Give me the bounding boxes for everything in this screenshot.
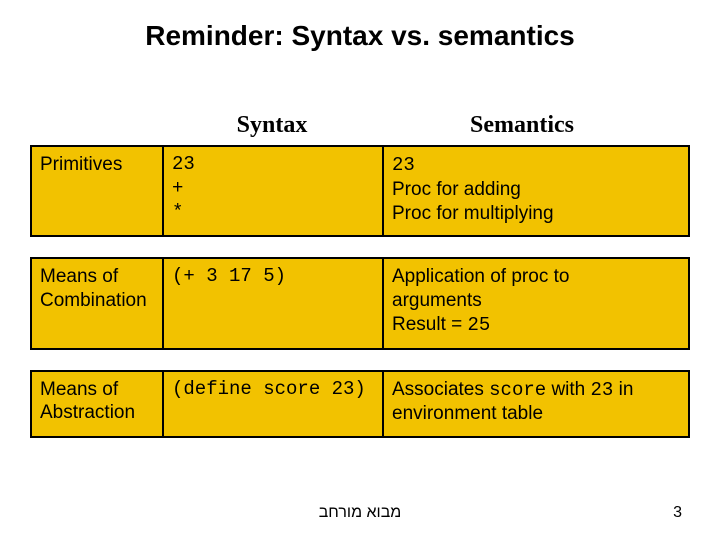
row-label: Means of Combination <box>32 259 164 347</box>
column-spacer <box>30 112 162 139</box>
row-syntax: 23 + * <box>164 147 384 235</box>
column-header-semantics: Semantics <box>382 112 662 139</box>
table-row: Primitives 23 + * 23Proc for addingProc … <box>30 145 690 237</box>
slide: Reminder: Syntax vs. semantics Syntax Se… <box>0 0 720 540</box>
row-semantics: 23Proc for addingProc for multiplying <box>384 147 664 235</box>
footer-center: מבוא מורחב <box>0 504 720 522</box>
row-syntax: (define score 23) <box>164 372 384 437</box>
table-row: Means of Abstraction (define score 23) A… <box>30 370 690 439</box>
row-semantics: Associates score with 23 in environment … <box>384 372 664 437</box>
column-header-syntax: Syntax <box>162 112 382 139</box>
row-label: Primitives <box>32 147 164 235</box>
column-headers: Syntax Semantics <box>30 112 690 139</box>
row-syntax: (+ 3 17 5) <box>164 259 384 347</box>
row-semantics: Application of proc to argumentsResult =… <box>384 259 664 347</box>
row-label: Means of Abstraction <box>32 372 164 437</box>
page-number: 3 <box>673 504 682 522</box>
slide-title: Reminder: Syntax vs. semantics <box>30 20 690 52</box>
table-row: Means of Combination (+ 3 17 5) Applicat… <box>30 257 690 349</box>
